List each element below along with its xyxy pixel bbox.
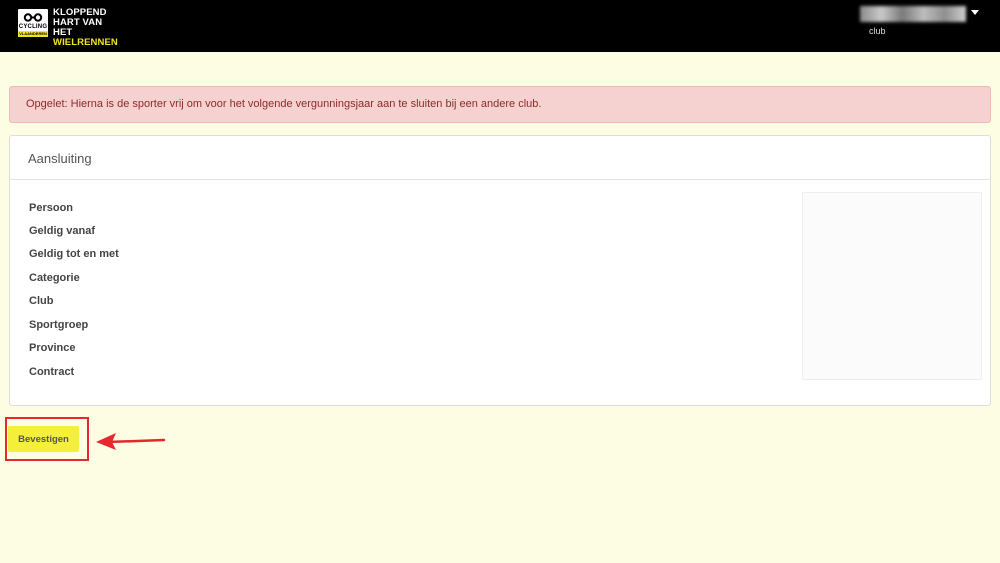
logo-badge-word: CYCLING [18,24,48,30]
field-label-sportgroep: Sportgroep [29,319,89,331]
field-label-club: Club [29,295,54,307]
logo-badge-sub: VLAANDEREN [18,31,48,37]
field-label-contract: Contract [29,366,75,378]
field-label-province: Province [29,342,76,354]
membership-panel: Aansluiting Persoon Geldig vanaf Geldig … [9,135,991,406]
caret-down-icon[interactable] [971,10,979,15]
field-values-box [802,192,982,380]
logo-badge: CYCLING VLAANDEREN [18,9,48,37]
user-menu[interactable]: club [860,6,980,46]
glasses-icon [23,13,43,22]
field-label-geldig-vanaf: Geldig vanaf [29,225,96,237]
user-name-redacted[interactable] [860,6,966,22]
logo-line-2: HART VAN HET [53,17,103,38]
confirm-button[interactable]: Bevestigen [8,426,79,452]
user-role: club [869,26,886,36]
field-label-persoon: Persoon [29,202,74,214]
logo-line-3: WIELRENNEN [53,37,118,48]
cycling-vlaanderen-logo[interactable]: CYCLING VLAANDEREN KLOPPEND HART VAN HET… [18,7,118,48]
arrow-left-icon [96,433,166,450]
field-label-categorie: Categorie [29,272,80,284]
warning-alert: Opgelet: Hierna is de sporter vrij om vo… [9,86,991,123]
logo-slogan: KLOPPEND HART VAN HET WIELRENNEN [53,8,118,48]
top-bar: CYCLING VLAANDEREN KLOPPEND HART VAN HET… [0,0,1000,52]
field-label-geldig-tot-en-met: Geldig tot en met [29,248,119,260]
panel-header: Aansluiting [10,136,990,180]
panel-title: Aansluiting [28,151,92,166]
